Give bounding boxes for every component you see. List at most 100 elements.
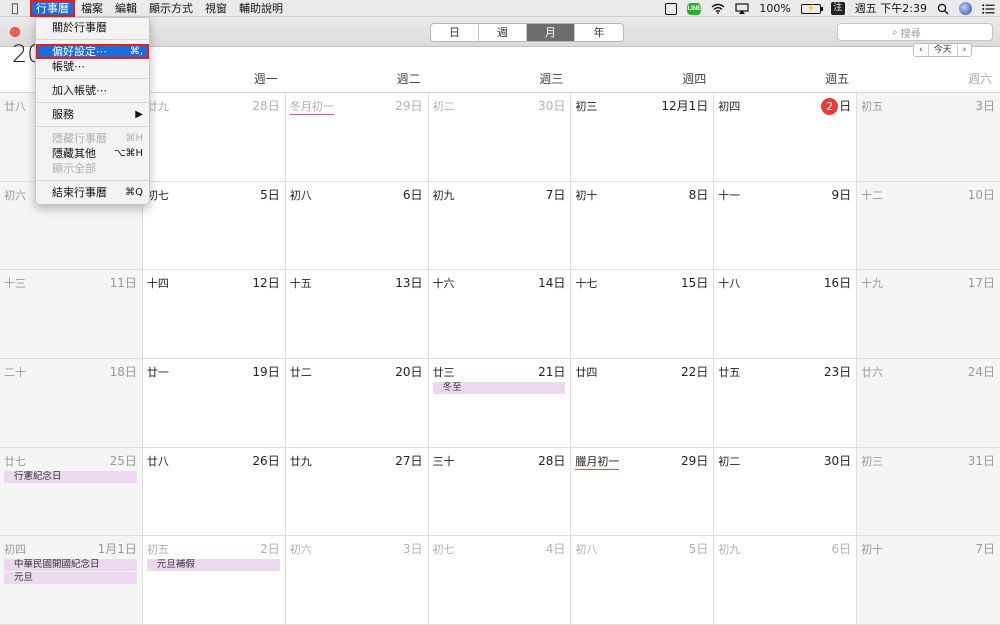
view-button-1[interactable]: 週 [479, 24, 527, 41]
day-cell[interactable]: 初三 12月1日 [571, 93, 715, 182]
menu-item[interactable]: 隱藏其他 ⌥⌘H [36, 146, 149, 161]
event-item[interactable]: 元旦 [4, 572, 137, 585]
day-cell[interactable]: 初四 2 日 [714, 93, 858, 182]
view-button-3[interactable]: 年 [575, 24, 623, 41]
day-cell[interactable]: 十九 17日 [857, 270, 1000, 359]
battery-icon[interactable]: ⚡ [796, 0, 826, 17]
day-cell[interactable]: 初八 5日 [571, 536, 715, 625]
day-cell[interactable]: 初九 6日 [714, 536, 858, 625]
close-window-button[interactable] [10, 27, 20, 37]
menu-2[interactable]: 編輯 [109, 0, 143, 17]
day-cell[interactable]: 初八 6日 [285, 181, 429, 271]
menu-3[interactable]: 顯示方式 [143, 0, 199, 17]
day-cell[interactable]: 臘月初一 29日 [571, 447, 715, 537]
day-number: 5日 [688, 542, 709, 557]
day-cell[interactable]: 初十 8日 [571, 181, 715, 271]
menu-4[interactable]: 視窗 [199, 0, 233, 17]
day-cell[interactable]: 廿一 19日 [142, 358, 286, 448]
menu-item[interactable]: 服務 ▶ [36, 107, 149, 122]
lunar-date: 十八 [718, 277, 741, 291]
day-cell[interactable]: 十四 12日 [142, 270, 286, 359]
day-cell[interactable]: 初二 30日 [714, 447, 858, 537]
lunar-date: 廿三 [432, 365, 455, 379]
event-item[interactable]: 元旦補假 [146, 559, 280, 572]
day-cell[interactable]: 十二 10日 [857, 181, 1000, 271]
day-cell[interactable]: 冬月初一 29日 [285, 93, 429, 182]
menu-separator [36, 126, 149, 127]
apple-icon[interactable]:  [0, 0, 30, 17]
menu-item[interactable]: 偏好設定⋯ ⌘, [36, 44, 149, 59]
day-cell[interactable]: 廿四 22日 [571, 358, 715, 448]
today-button[interactable]: 今天 [929, 44, 958, 56]
day-cell[interactable]: 初二 30日 [428, 93, 572, 182]
day-cell[interactable]: 廿二 20日 [285, 358, 429, 448]
day-cell[interactable]: 廿三 21日 冬至 [428, 358, 572, 448]
day-number: 10日 [967, 187, 995, 202]
day-cell[interactable]: 十一 9日 [714, 181, 858, 271]
view-button-0[interactable]: 日 [431, 24, 479, 41]
day-cell[interactable]: 廿九 27日 [285, 447, 429, 537]
search-icon[interactable] [932, 0, 954, 17]
event-item[interactable]: 冬至 [432, 381, 566, 394]
day-cell[interactable]: 初七 5日 [142, 181, 286, 271]
weekday-header: 週一 週二 週三 週四 週五 週六 [0, 66, 1000, 92]
line-icon[interactable]: LINE [682, 0, 706, 17]
day-cell[interactable]: 初十 7日 [857, 536, 1000, 625]
lunar-date: 初四 [4, 543, 26, 557]
day-cell[interactable]: 二十 18日 [0, 358, 143, 448]
screen-icon[interactable] [660, 0, 682, 17]
wifi-icon[interactable] [706, 0, 730, 17]
menu-item-label: 服務 [52, 108, 74, 121]
menu-1[interactable]: 檔案 [75, 0, 109, 17]
lunar-date: 初九 [432, 188, 455, 202]
day-cell[interactable]: 廿七 25日 行憲紀念日 [0, 447, 143, 537]
day-number: 4日 [545, 542, 566, 557]
clock[interactable]: 週五 下午2:39 [850, 0, 932, 17]
day-cell[interactable]: 初七 4日 [428, 536, 572, 625]
day-cell[interactable]: 三十 28日 [428, 447, 572, 537]
menu-0[interactable]: 行事曆 [30, 0, 75, 17]
menu-5[interactable]: 輔助說明 [233, 0, 289, 17]
menu-item-shortcut: ⌘Q [125, 187, 143, 198]
day-number: 31日 [967, 453, 995, 468]
user-icon[interactable] [954, 0, 977, 17]
airplay-icon[interactable] [730, 0, 754, 17]
day-cell[interactable]: 十七 15日 [571, 270, 715, 359]
day-cell[interactable]: 廿八 26日 [142, 447, 286, 537]
lunar-date: 廿九 [289, 454, 312, 468]
prev-month-button[interactable]: ‹ [914, 44, 929, 56]
day-number: 17日 [967, 276, 995, 291]
day-cell[interactable]: 十五 13日 [285, 270, 429, 359]
day-cell[interactable]: 十六 14日 [428, 270, 572, 359]
status-area: LINE 100% ⚡ 注 週五 下午2:39 [660, 0, 1000, 17]
day-number: 20日 [395, 364, 423, 379]
day-cell[interactable]: 初九 7日 [428, 181, 572, 271]
lunar-date: 廿七 [4, 454, 26, 468]
day-number: 12月1日 [661, 99, 709, 113]
search-field[interactable]: ⌕ 搜尋 [837, 23, 993, 41]
day-cell[interactable]: 初六 3日 [285, 536, 429, 625]
menu-item[interactable]: 帳號⋯ [36, 59, 149, 74]
day-number: 29日 [681, 453, 709, 468]
day-cell[interactable]: 初五 3日 [857, 93, 1000, 182]
view-button-2[interactable]: 月 [527, 24, 575, 41]
menu-item[interactable]: 關於行事曆 [36, 20, 149, 35]
day-cell[interactable]: 廿六 24日 [857, 358, 1000, 448]
list-icon[interactable] [977, 0, 1000, 17]
day-cell[interactable]: 初四 1月1日 中華民國開國紀念日 元旦 [0, 536, 143, 625]
day-cell[interactable]: 十三 11日 [0, 270, 143, 359]
event-item[interactable]: 中華民國開國紀念日 [4, 559, 137, 572]
day-cell[interactable]: 十八 16日 [714, 270, 858, 359]
day-number: 26日 [252, 453, 280, 468]
day-cell[interactable]: 廿五 23日 [714, 358, 858, 448]
day-cell[interactable]: 初五 2日 元旦補假 [142, 536, 286, 625]
menu-item[interactable]: 加入帳號⋯ [36, 83, 149, 98]
menu-items: 行事曆 檔案 編輯 顯示方式 視窗 輔助說明 [30, 0, 289, 17]
lunar-date: 十三 [4, 277, 26, 291]
next-month-button[interactable]: › [958, 44, 972, 56]
day-cell[interactable]: 初三 31日 [857, 447, 1000, 537]
ime-indicator[interactable]: 注 [826, 0, 850, 17]
day-cell[interactable]: 廿九 28日 [142, 93, 286, 182]
event-item[interactable]: 行憲紀念日 [4, 470, 137, 483]
menu-item[interactable]: 結束行事曆 ⌘Q [36, 185, 149, 200]
